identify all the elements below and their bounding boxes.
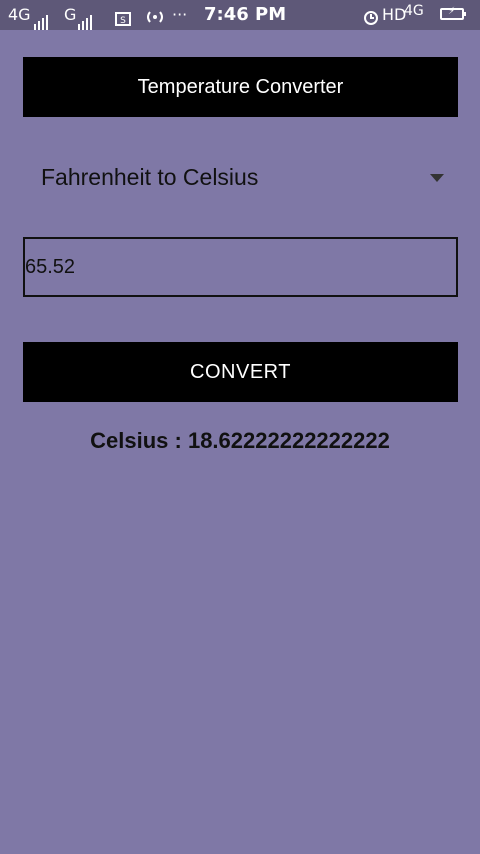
convert-button[interactable]: CONVERT bbox=[23, 342, 458, 402]
signal-icon-1 bbox=[34, 0, 50, 30]
screenshot-icon: S bbox=[114, 7, 132, 26]
page-title: Temperature Converter bbox=[137, 75, 344, 98]
network-type-1: 4G bbox=[8, 5, 31, 24]
title-bar: Temperature Converter bbox=[23, 57, 458, 117]
conversion-mode-dropdown[interactable]: Fahrenheit to Celsius bbox=[23, 150, 458, 210]
hd-indicator: HD bbox=[382, 5, 407, 24]
hotspot-icon bbox=[144, 6, 166, 24]
conversion-mode-label: Fahrenheit to Celsius bbox=[41, 164, 259, 190]
svg-text:S: S bbox=[120, 16, 126, 26]
more-icon: ··· bbox=[172, 5, 188, 24]
battery-icon: ⚡ bbox=[440, 6, 466, 20]
temperature-input[interactable] bbox=[23, 237, 458, 297]
signal-icon-2 bbox=[78, 0, 94, 30]
alarm-icon bbox=[362, 6, 380, 25]
result-text: Celsius : 18.62222222222222 bbox=[90, 428, 390, 453]
dropdown-arrow-icon bbox=[430, 174, 444, 182]
network-type-3: 4G bbox=[404, 3, 424, 19]
network-type-2: G bbox=[64, 5, 77, 24]
clock: 7:46 PM bbox=[204, 4, 287, 25]
status-bar: 4G G S ··· 7:46 PM HD 4G ⚡ bbox=[0, 0, 480, 30]
